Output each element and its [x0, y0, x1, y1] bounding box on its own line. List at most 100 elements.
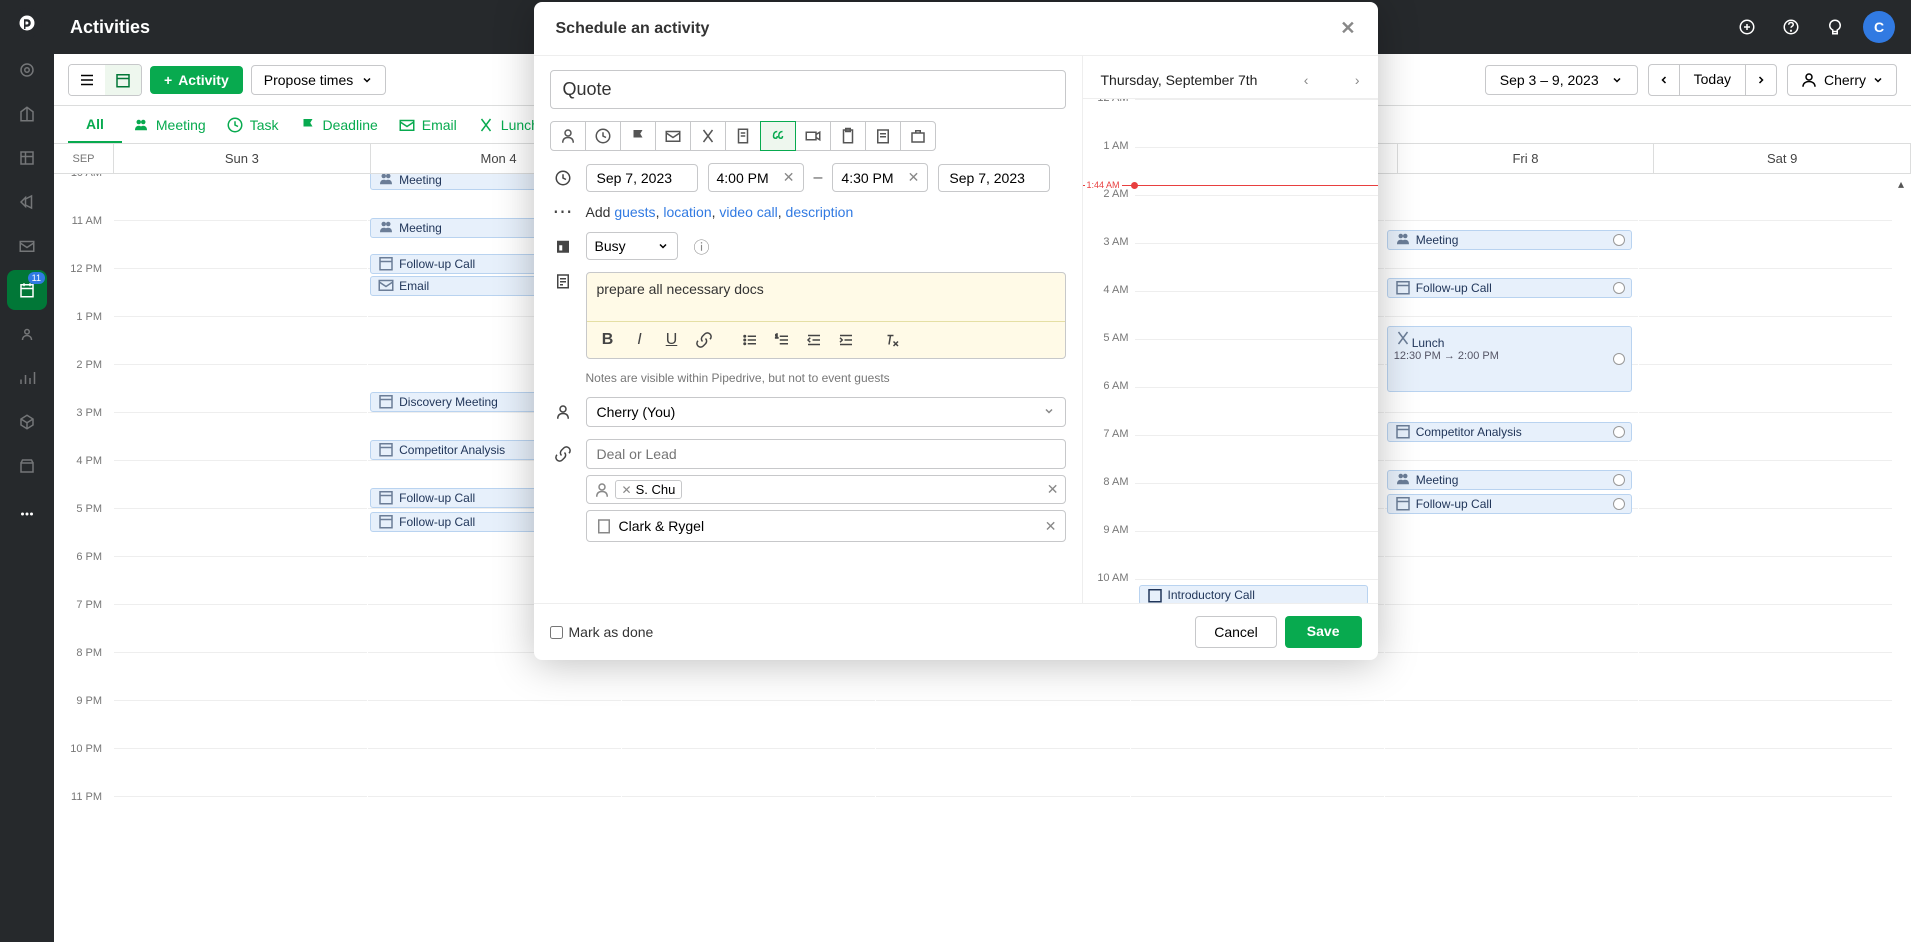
- filter-meeting[interactable]: Meeting: [122, 106, 216, 143]
- indent-button[interactable]: [831, 326, 861, 354]
- clear-org-icon[interactable]: ✕: [1045, 518, 1057, 535]
- list-view-button[interactable]: [69, 65, 105, 95]
- propose-times-button[interactable]: Propose times: [251, 65, 386, 95]
- underline-button[interactable]: U: [657, 326, 687, 354]
- date-range-button[interactable]: Sep 3 – 9, 2023: [1485, 65, 1638, 95]
- nav-campaigns-icon[interactable]: [7, 182, 47, 222]
- clear-icon[interactable]: ✕: [783, 169, 795, 186]
- day-header-fri[interactable]: Fri 8: [1398, 144, 1655, 173]
- calendar-event[interactable]: Follow-up Call: [1387, 278, 1632, 298]
- link-button[interactable]: [689, 326, 719, 354]
- next-week-button[interactable]: [1745, 64, 1777, 96]
- time-dash: –: [814, 169, 823, 187]
- nav-deals-icon[interactable]: [7, 94, 47, 134]
- today-button[interactable]: Today: [1680, 64, 1745, 96]
- nav-marketplace-icon[interactable]: [7, 446, 47, 486]
- owner-filter-button[interactable]: Cherry: [1787, 64, 1897, 96]
- type-video-icon[interactable]: [795, 121, 831, 151]
- add-video-link[interactable]: video call: [719, 204, 777, 220]
- nav-mail-icon[interactable]: [7, 226, 47, 266]
- add-description-link[interactable]: description: [786, 204, 854, 220]
- person-input[interactable]: ✕S. Chu ✕: [586, 475, 1066, 504]
- collapse-allday-icon[interactable]: ▴: [1892, 175, 1910, 193]
- day-schedule-preview[interactable]: 1:44 AM Introductory Call 12 AM1 AM2 AM3…: [1083, 98, 1378, 603]
- type-document-icon[interactable]: [725, 121, 761, 151]
- type-email-icon[interactable]: [655, 121, 691, 151]
- clear-icon[interactable]: ✕: [908, 169, 920, 186]
- filter-deadline[interactable]: Deadline: [289, 106, 388, 143]
- add-guests-link[interactable]: guests: [614, 204, 655, 220]
- type-briefcase-icon[interactable]: [900, 121, 936, 151]
- number-list-button[interactable]: 1: [767, 326, 797, 354]
- calendar-event[interactable]: Competitor Analysis: [1387, 422, 1632, 442]
- person-icon: [1800, 71, 1818, 89]
- chevron-down-icon: [1872, 74, 1884, 86]
- nav-more-icon[interactable]: [7, 494, 47, 534]
- day-header-sun[interactable]: Sun 3: [114, 144, 371, 173]
- deal-lead-input[interactable]: [586, 439, 1066, 469]
- availability-icon: [550, 237, 576, 255]
- close-button[interactable]: ✕: [1340, 18, 1355, 39]
- view-toggle-group: [68, 64, 142, 96]
- user-avatar[interactable]: C: [1863, 11, 1895, 43]
- calendar-view-button[interactable]: [105, 65, 141, 95]
- quick-add-icon[interactable]: [1731, 11, 1763, 43]
- cancel-button[interactable]: Cancel: [1195, 616, 1277, 648]
- app-logo-icon[interactable]: [12, 8, 42, 38]
- owner-select[interactable]: Cherry (You): [586, 397, 1066, 427]
- add-location-link[interactable]: location: [663, 204, 711, 220]
- prev-day-button[interactable]: ‹: [1304, 72, 1309, 88]
- availability-select[interactable]: Busy: [586, 232, 678, 260]
- end-date-input[interactable]: [938, 164, 1050, 192]
- nav-activities-icon[interactable]: 11: [7, 270, 47, 310]
- clear-person-icon[interactable]: ✕: [1047, 481, 1059, 498]
- calendar-event[interactable]: Follow-up Call: [1387, 494, 1632, 514]
- help-icon[interactable]: [1775, 11, 1807, 43]
- bold-button[interactable]: B: [593, 326, 623, 354]
- end-time-input[interactable]: 4:30 PM✕: [832, 163, 928, 192]
- filter-task[interactable]: Task: [216, 106, 289, 143]
- info-icon[interactable]: ⓘ: [694, 234, 710, 258]
- add-activity-button[interactable]: + Activity: [150, 66, 243, 94]
- day-header-sat[interactable]: Sat 9: [1654, 144, 1911, 173]
- mark-done-checkbox[interactable]: Mark as done: [550, 624, 654, 640]
- expand-icon[interactable]: ⋯: [550, 207, 576, 217]
- svg-text:1: 1: [775, 334, 778, 340]
- italic-button[interactable]: I: [625, 326, 655, 354]
- calendar-event[interactable]: Meeting: [1387, 230, 1632, 250]
- notes-textarea[interactable]: prepare all necessary docs: [587, 273, 1065, 321]
- filter-email[interactable]: Email: [388, 106, 467, 143]
- type-clipboard-icon[interactable]: [830, 121, 866, 151]
- mark-done-input[interactable]: [550, 626, 563, 639]
- activities-count-badge: 11: [28, 272, 45, 284]
- prev-week-button[interactable]: [1648, 64, 1680, 96]
- nav-contacts-icon[interactable]: [7, 314, 47, 354]
- filter-all[interactable]: All: [68, 106, 122, 143]
- nav-projects-icon[interactable]: [7, 138, 47, 178]
- nav-products-icon[interactable]: [7, 402, 47, 442]
- assistant-icon[interactable]: [1819, 11, 1851, 43]
- notes-icon: [550, 272, 576, 290]
- type-lunch-icon[interactable]: [690, 121, 726, 151]
- type-note-icon[interactable]: [865, 121, 901, 151]
- outdent-button[interactable]: [799, 326, 829, 354]
- calendar-event[interactable]: Meeting: [1387, 470, 1632, 490]
- nav-leads-icon[interactable]: [7, 50, 47, 90]
- save-button[interactable]: Save: [1285, 616, 1362, 648]
- activity-button-label: Activity: [178, 72, 229, 88]
- organization-input[interactable]: Clark & Rygel ✕: [586, 510, 1066, 542]
- next-day-button[interactable]: ›: [1355, 72, 1360, 88]
- start-time-input[interactable]: 4:00 PM✕: [708, 163, 804, 192]
- type-deadline-icon[interactable]: [620, 121, 656, 151]
- activity-type-picker: [550, 121, 1066, 151]
- calendar-event[interactable]: Lunch12:30 PM → 2:00 PM: [1387, 326, 1632, 392]
- start-date-input[interactable]: [586, 164, 698, 192]
- type-task-icon[interactable]: [585, 121, 621, 151]
- activity-subject-input[interactable]: [550, 70, 1066, 109]
- clear-format-button[interactable]: [877, 326, 907, 354]
- type-call-icon[interactable]: [550, 121, 586, 151]
- nav-insights-icon[interactable]: [7, 358, 47, 398]
- remove-pill-icon[interactable]: ✕: [622, 483, 632, 497]
- type-quote-icon[interactable]: [760, 121, 796, 151]
- bullet-list-button[interactable]: [735, 326, 765, 354]
